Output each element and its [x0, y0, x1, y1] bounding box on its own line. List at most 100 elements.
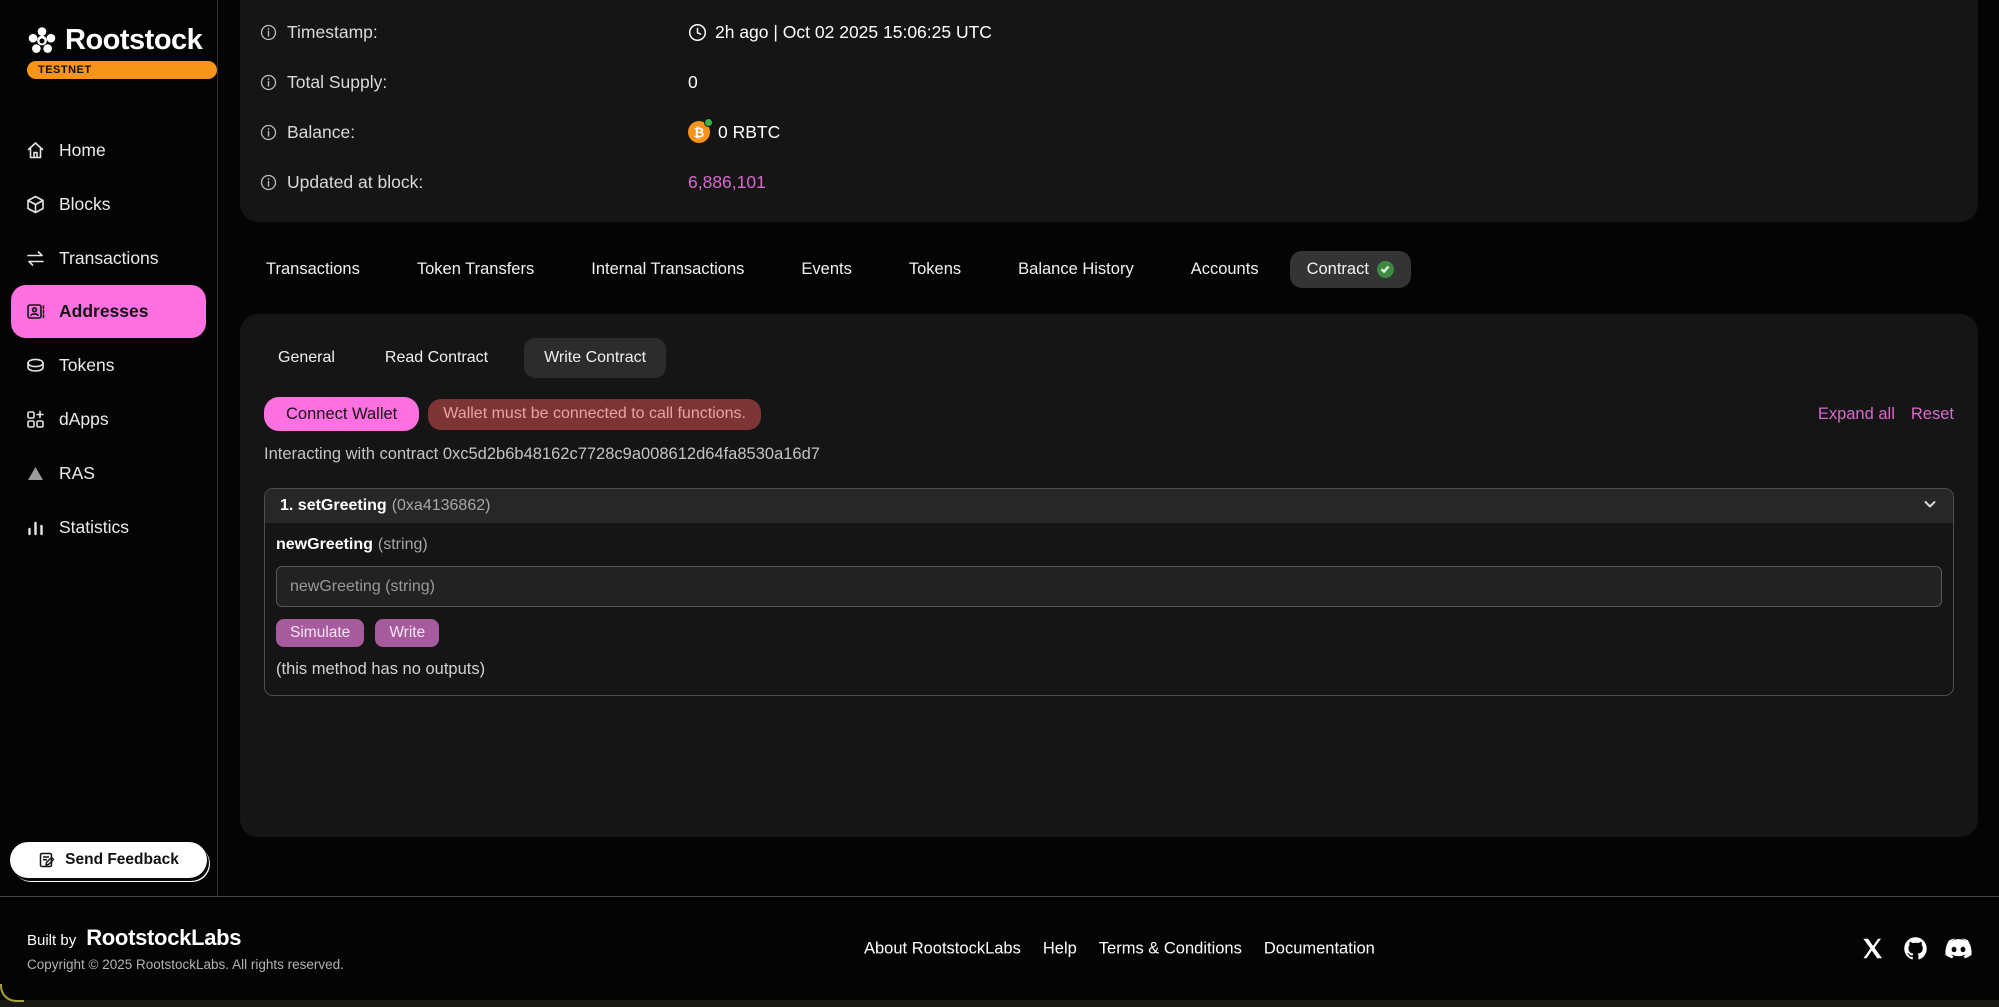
tab-accounts[interactable]: Accounts — [1191, 260, 1259, 279]
sidebar-item-label: Addresses — [59, 301, 149, 322]
page-body: Rootstock TESTNET Home Blocks — [0, 0, 1999, 896]
simulate-button[interactable]: Simulate — [276, 619, 364, 647]
statistics-icon — [25, 517, 46, 538]
sidebar-item-label: Statistics — [59, 517, 129, 538]
footer-socials — [1859, 935, 1972, 962]
rbtc-coin-icon: ₿ — [688, 121, 710, 143]
subtab-general[interactable]: General — [264, 339, 349, 377]
write-button[interactable]: Write — [375, 619, 439, 647]
sidebar-item-addresses[interactable]: Addresses — [11, 285, 206, 338]
summary-label: Total Supply: — [287, 72, 387, 93]
tokens-icon — [25, 355, 46, 376]
contract-panel: General Read Contract Write Contract Con… — [240, 314, 1978, 837]
summary-row-updated-block: Updated at block: 6,886,101 — [260, 157, 1978, 207]
param-name: newGreeting — [276, 536, 373, 553]
sidebar-item-tokens[interactable]: Tokens — [0, 338, 217, 392]
subtab-read-contract[interactable]: Read Contract — [371, 339, 502, 377]
tab-token-transfers[interactable]: Token Transfers — [417, 260, 534, 279]
copyright-text: Copyright © 2025 RootstockLabs. All righ… — [27, 957, 344, 972]
panel-actions: Expand all Reset — [1818, 405, 1954, 424]
function-block-setgreeting: 1. setGreeting (0xa4136862) newGreeting(… — [264, 488, 1954, 696]
sidebar-item-label: Transactions — [59, 248, 159, 269]
newgreeting-input[interactable] — [276, 566, 1942, 607]
verified-check-icon — [1377, 261, 1394, 278]
discord-icon[interactable] — [1945, 935, 1972, 962]
main-content: Timestamp: 2h ago | Oct 02 2025 15:06:25… — [218, 0, 1999, 896]
sidebar-item-blocks[interactable]: Blocks — [0, 177, 217, 231]
function-accordion-header[interactable]: 1. setGreeting (0xa4136862) — [265, 489, 1953, 523]
function-body: newGreeting(string) Simulate Write (this… — [265, 523, 1953, 695]
function-buttons: Simulate Write — [276, 619, 1942, 647]
reset-link[interactable]: Reset — [1911, 405, 1954, 424]
info-icon[interactable] — [260, 24, 277, 41]
info-icon[interactable] — [260, 124, 277, 141]
footer-link-about[interactable]: About RootstockLabs — [864, 939, 1021, 958]
balance-value: 0 RBTC — [718, 122, 780, 143]
param-label-row: newGreeting(string) — [276, 536, 1942, 554]
timestamp-value: 2h ago | Oct 02 2025 15:06:25 UTC — [715, 22, 992, 43]
blocks-icon — [25, 194, 46, 215]
sidebar-item-home[interactable]: Home — [0, 123, 217, 177]
footer-link-help[interactable]: Help — [1043, 939, 1077, 958]
tab-contract[interactable]: Contract — [1290, 251, 1411, 288]
wallet-connect-row: Connect Wallet Wallet must be connected … — [264, 397, 1954, 431]
sidebar-item-dapps[interactable]: dApps — [0, 392, 217, 446]
addresses-icon — [25, 301, 46, 322]
sidebar-item-transactions[interactable]: Transactions — [0, 231, 217, 285]
sidebar-item-label: Home — [59, 140, 106, 161]
tab-events[interactable]: Events — [801, 260, 851, 279]
summary-label: Updated at block: — [287, 172, 423, 193]
block-number-link[interactable]: 6,886,101 — [688, 172, 766, 193]
no-outputs-note: (this method has no outputs) — [276, 660, 1942, 679]
rootstocklabs-link[interactable]: RootstockLabs — [86, 925, 241, 951]
send-feedback-button[interactable]: Send Feedback — [10, 842, 207, 878]
sidebar-nav: Home Blocks Transactions — [0, 123, 217, 554]
function-title: 1. setGreeting — [280, 497, 387, 515]
tab-balance-history[interactable]: Balance History — [1018, 260, 1134, 279]
app-shell: Rootstock TESTNET Home Blocks — [0, 0, 1999, 1007]
connect-wallet-button[interactable]: Connect Wallet — [264, 397, 419, 431]
tab-transactions[interactable]: Transactions — [266, 260, 360, 279]
sidebar: Rootstock TESTNET Home Blocks — [0, 0, 218, 896]
footer-link-terms[interactable]: Terms & Conditions — [1099, 939, 1242, 958]
footer: Built by RootstockLabs Copyright © 2025 … — [0, 896, 1999, 1000]
expand-all-link[interactable]: Expand all — [1818, 405, 1895, 424]
tab-internal-transactions[interactable]: Internal Transactions — [591, 260, 744, 279]
brand-logo[interactable]: Rootstock — [0, 0, 217, 57]
contract-subtabs: General Read Contract Write Contract — [264, 338, 1954, 378]
ras-icon — [25, 463, 46, 484]
info-icon[interactable] — [260, 74, 277, 91]
edit-note-icon — [38, 851, 56, 869]
address-tabs: Transactions Token Transfers Internal Tr… — [240, 249, 1978, 289]
interacting-with-contract-text: Interacting with contract 0xc5d2b6b48162… — [264, 445, 1954, 464]
x-icon[interactable] — [1859, 935, 1886, 962]
footer-link-documentation[interactable]: Documentation — [1264, 939, 1375, 958]
rootstock-logo-icon — [26, 25, 58, 57]
tab-contract-label: Contract — [1307, 260, 1369, 279]
built-by-label: Built by — [27, 932, 76, 949]
sidebar-item-label: Tokens — [59, 355, 114, 376]
transactions-icon — [25, 248, 46, 269]
summary-row-balance: Balance: ₿ 0 RBTC — [260, 107, 1978, 157]
summary-row-total-supply: Total Supply: 0 — [260, 57, 1978, 107]
function-selector: (0xa4136862) — [392, 497, 491, 515]
footer-left: Built by RootstockLabs Copyright © 2025 … — [27, 925, 344, 972]
testnet-badge: TESTNET — [27, 61, 217, 79]
subtab-write-contract[interactable]: Write Contract — [524, 338, 666, 378]
sidebar-item-statistics[interactable]: Statistics — [0, 500, 217, 554]
info-icon[interactable] — [260, 174, 277, 191]
total-supply-value: 0 — [688, 72, 698, 93]
clock-icon — [688, 23, 707, 42]
bottom-edge — [0, 1000, 1999, 1007]
address-summary-card: Timestamp: 2h ago | Oct 02 2025 15:06:25… — [240, 0, 1978, 222]
github-icon[interactable] — [1902, 935, 1929, 962]
brand-name: Rootstock — [65, 24, 202, 57]
wallet-warning-badge: Wallet must be connected to call functio… — [428, 399, 761, 430]
chevron-down-icon[interactable] — [1922, 496, 1938, 517]
tab-tokens[interactable]: Tokens — [909, 260, 961, 279]
sidebar-item-label: RAS — [59, 463, 95, 484]
sidebar-item-ras[interactable]: RAS — [0, 446, 217, 500]
summary-label: Timestamp: — [287, 22, 378, 43]
sidebar-item-label: dApps — [59, 409, 109, 430]
summary-row-timestamp: Timestamp: 2h ago | Oct 02 2025 15:06:25… — [260, 7, 1978, 57]
